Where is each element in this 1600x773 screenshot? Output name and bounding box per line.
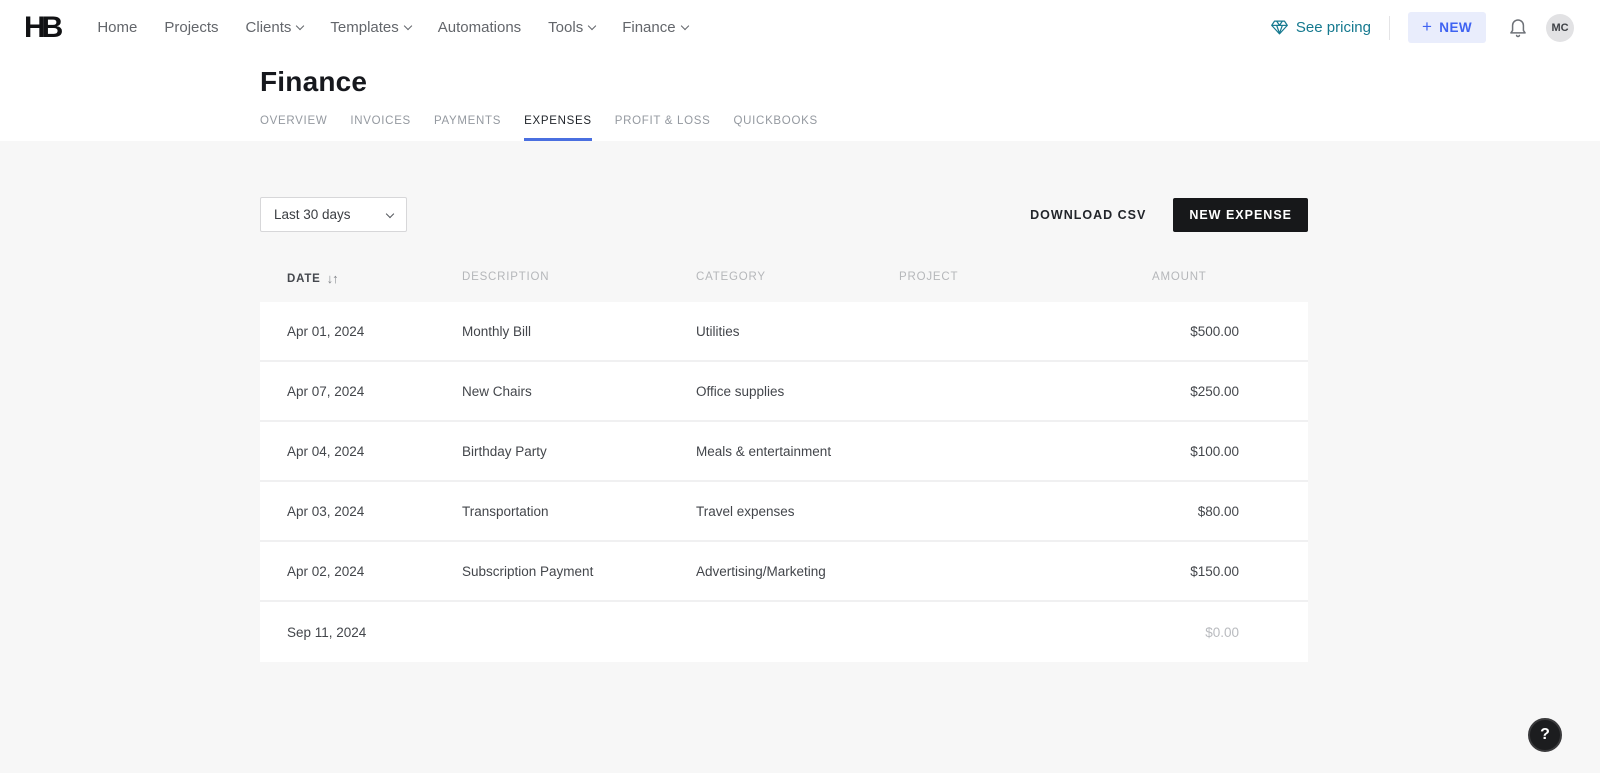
nav-item-label: Home xyxy=(97,19,137,36)
nav-item-label: Finance xyxy=(622,19,675,36)
new-expense-button[interactable]: NEW EXPENSE xyxy=(1173,198,1308,232)
cell-description: Monthly Bill xyxy=(462,324,696,339)
tab[interactable]: EXPENSES xyxy=(524,115,592,141)
cell-category: Utilities xyxy=(696,324,899,339)
cell-amount: $150.00 xyxy=(1152,564,1308,579)
nav-item-label: Clients xyxy=(246,19,292,36)
table-row[interactable]: Apr 07, 2024 New Chairs Office supplies … xyxy=(260,362,1308,422)
expenses-table-body: Apr 01, 2024 Monthly Bill Utilities $500… xyxy=(260,302,1308,662)
cell-description: Subscription Payment xyxy=(462,564,696,579)
sort-icon: ↓↑ xyxy=(327,271,338,286)
table-row[interactable]: Sep 11, 2024 $0.00 xyxy=(260,602,1308,662)
expenses-content: Last 30 days DOWNLOAD CSV NEW EXPENSE DA… xyxy=(260,197,1308,662)
top-bar: HB Home Projects Clients xyxy=(0,0,1600,55)
main-nav: Home Projects Clients Templates xyxy=(97,19,687,36)
table-controls: Last 30 days DOWNLOAD CSV NEW EXPENSE xyxy=(260,197,1308,232)
plus-icon: + xyxy=(1422,18,1432,35)
new-button-label: NEW xyxy=(1439,20,1472,35)
column-header-project: PROJECT xyxy=(899,271,1152,286)
chevron-down-icon xyxy=(296,21,304,29)
see-pricing-label: See pricing xyxy=(1296,19,1371,36)
table-row[interactable]: Apr 02, 2024 Subscription Payment Advert… xyxy=(260,542,1308,602)
date-column-label: DATE xyxy=(287,273,321,285)
finance-tabs: OVERVIEW INVOICES PAYMENTS EXPENSES PROF… xyxy=(260,115,1600,141)
see-pricing-link[interactable]: See pricing xyxy=(1271,19,1371,36)
column-header-description: DESCRIPTION xyxy=(462,271,696,286)
nav-item-label: Projects xyxy=(164,19,218,36)
cell-date: Apr 02, 2024 xyxy=(287,564,462,579)
table-row[interactable]: Apr 01, 2024 Monthly Bill Utilities $500… xyxy=(260,302,1308,362)
notifications-bell-icon[interactable] xyxy=(1508,16,1528,39)
help-button[interactable]: ? xyxy=(1528,718,1562,752)
cell-category: Office supplies xyxy=(696,384,899,399)
tab[interactable]: PROFIT & LOSS xyxy=(615,115,711,141)
download-csv-button[interactable]: DOWNLOAD CSV xyxy=(1030,208,1146,222)
nav-item-label: Tools xyxy=(548,19,583,36)
honeybook-logo[interactable]: HB xyxy=(24,11,63,45)
nav-item[interactable]: New Finance xyxy=(622,19,687,36)
top-bar-right: See pricing + NEW MC xyxy=(1271,12,1574,43)
chevron-down-icon xyxy=(588,21,596,29)
cell-amount: $250.00 xyxy=(1152,384,1308,399)
cell-date: Apr 04, 2024 xyxy=(287,444,462,459)
cell-description: Transportation xyxy=(462,504,696,519)
nav-item[interactable]: Projects xyxy=(164,19,218,36)
chevron-down-icon xyxy=(404,21,412,29)
nav-item[interactable]: Templates xyxy=(330,19,410,36)
nav-item[interactable]: Automations xyxy=(438,19,521,36)
cell-category: Advertising/Marketing xyxy=(696,564,899,579)
table-header: DATE ↓↑ DESCRIPTION CATEGORY PROJECT AMO… xyxy=(260,271,1308,286)
cell-date: Apr 01, 2024 xyxy=(287,324,462,339)
chevron-down-icon xyxy=(386,209,394,217)
cell-date: Apr 07, 2024 xyxy=(287,384,462,399)
avatar[interactable]: MC xyxy=(1546,14,1574,42)
column-header-category: CATEGORY xyxy=(696,271,899,286)
nav-item-label: Templates xyxy=(330,19,398,36)
cell-description: New Chairs xyxy=(462,384,696,399)
cell-category: Travel expenses xyxy=(696,504,899,519)
cell-amount: $80.00 xyxy=(1152,504,1308,519)
date-range-select[interactable]: Last 30 days xyxy=(260,197,407,232)
cell-date: Apr 03, 2024 xyxy=(287,504,462,519)
cell-description: Birthday Party xyxy=(462,444,696,459)
page-title: Finance xyxy=(260,66,1600,98)
gem-icon xyxy=(1271,20,1288,35)
cell-date: Sep 11, 2024 xyxy=(287,625,462,640)
table-row[interactable]: Apr 03, 2024 Transportation Travel expen… xyxy=(260,482,1308,542)
nav-item[interactable]: Home xyxy=(97,19,137,36)
column-header-amount: AMOUNT xyxy=(1152,271,1308,286)
cell-category: Meals & entertainment xyxy=(696,444,899,459)
nav-item[interactable]: Tools xyxy=(548,19,595,36)
cell-amount: $100.00 xyxy=(1152,444,1308,459)
nav-item[interactable]: Clients xyxy=(246,19,304,36)
cell-amount: $500.00 xyxy=(1152,324,1308,339)
tab[interactable]: INVOICES xyxy=(350,115,411,141)
tab[interactable]: OVERVIEW xyxy=(260,115,327,141)
tab[interactable]: PAYMENTS xyxy=(434,115,501,141)
cell-amount: $0.00 xyxy=(1152,625,1308,640)
new-button[interactable]: + NEW xyxy=(1408,12,1486,43)
chevron-down-icon xyxy=(680,21,688,29)
tab[interactable]: QUICKBOOKS xyxy=(734,115,818,141)
date-range-value: Last 30 days xyxy=(274,207,351,222)
page-header: Finance OVERVIEW INVOICES PAYMENTS EXPEN… xyxy=(0,55,1600,141)
nav-item-label: Automations xyxy=(438,19,521,36)
divider xyxy=(1389,16,1390,40)
table-row[interactable]: Apr 04, 2024 Birthday Party Meals & ente… xyxy=(260,422,1308,482)
column-header-date[interactable]: DATE ↓↑ xyxy=(287,271,462,286)
